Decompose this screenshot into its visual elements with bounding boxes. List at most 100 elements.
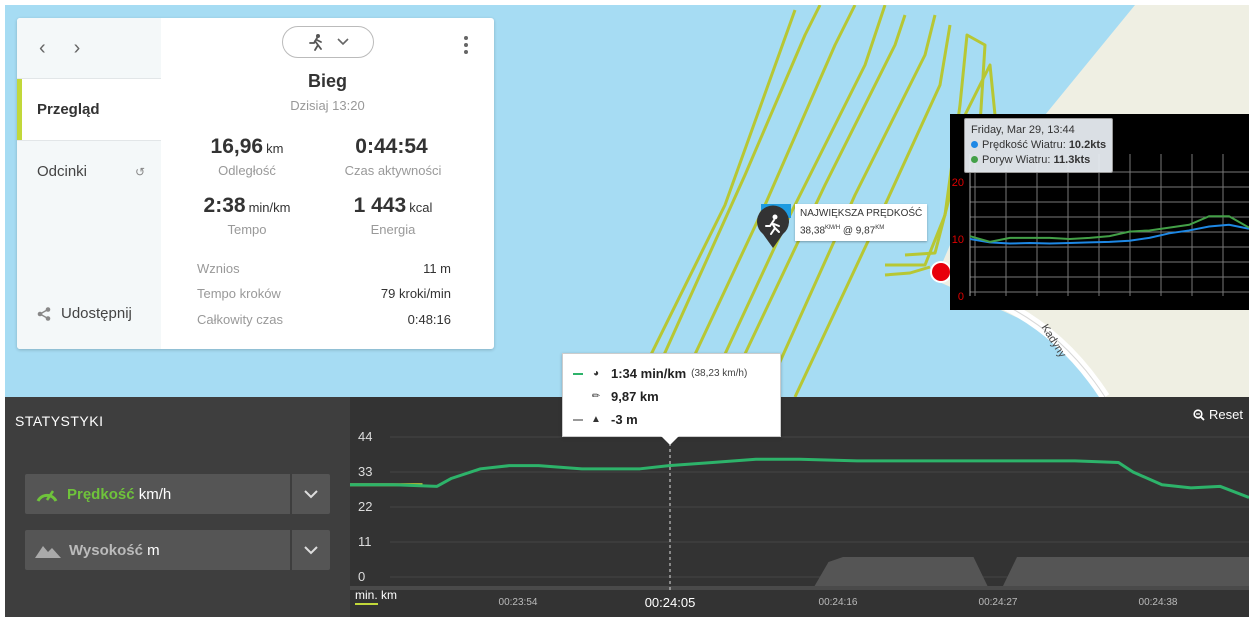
wind-series-line bbox=[969, 215, 1249, 243]
zoom-out-icon bbox=[1193, 408, 1205, 421]
sidebar-item-label: Odcinki bbox=[37, 163, 88, 180]
chart-hover-tooltip: ◕ 1:34 min/km (38,23 km/h) ✏ 9,87 km ▲ -… bbox=[562, 353, 781, 445]
detail-cadence: Tempo kroków 79 kroki/min bbox=[197, 286, 451, 301]
detail-key: Wznios bbox=[197, 261, 240, 276]
laps-icon: ↺ bbox=[134, 165, 145, 179]
x-tick-label: 00:24:38 bbox=[1138, 597, 1178, 608]
speedometer-icon: ◕ bbox=[592, 368, 600, 379]
wind-y-tick: 20 bbox=[952, 177, 964, 189]
chevron-down-icon[interactable] bbox=[290, 474, 330, 514]
stat-unit: min/km bbox=[248, 200, 291, 215]
stats-chart-canvas bbox=[350, 436, 1249, 592]
detail-key: Całkowity czas bbox=[197, 312, 283, 327]
x-tick-label: 00:24:27 bbox=[978, 597, 1018, 608]
tooltip-pace-row: ◕ 1:34 min/km (38,23 km/h) bbox=[573, 362, 770, 385]
reset-label: Reset bbox=[1209, 407, 1243, 422]
wind-series-label: Prędkość Wiatru: bbox=[982, 139, 1066, 151]
metric-speed-selector[interactable]: Prędkość km/h bbox=[25, 474, 330, 514]
chevron-down-icon[interactable] bbox=[290, 530, 330, 570]
wind-series-label: Poryw Wiatru: bbox=[982, 154, 1051, 166]
share-button[interactable]: Udostępnij bbox=[37, 305, 132, 322]
share-label: Udostępnij bbox=[61, 305, 132, 322]
max-speed-title: NAJWIĘKSZA PRĘDKOŚĆ bbox=[800, 208, 923, 219]
metric-altitude-selector[interactable]: Wysokość m bbox=[25, 530, 330, 570]
tooltip-distance: 9,87 km bbox=[611, 389, 659, 404]
stat-active-time: 0:44:54 Czas aktywności bbox=[313, 135, 473, 178]
axis-unit-toggle[interactable]: min. km bbox=[355, 588, 397, 605]
stat-label: Czas aktywności bbox=[344, 163, 442, 178]
wind-y-tick: 10 bbox=[952, 234, 964, 246]
wind-series-value: 10.2kts bbox=[1068, 139, 1107, 151]
detail-key: Tempo kroków bbox=[197, 286, 281, 301]
tooltip-pace: 1:34 min/km bbox=[611, 366, 687, 381]
stat-value: 0:44:54 bbox=[355, 135, 428, 158]
sidebar-item-laps[interactable]: Odcinki ↺ bbox=[17, 140, 161, 202]
card-content: Bieg Dzisiaj 13:20 16,96 km Odległość 0:4… bbox=[161, 18, 494, 349]
wind-chart[interactable]: 20 10 0 Friday, Mar 29, 13:44 Prędkość Wia… bbox=[950, 114, 1249, 310]
nav-arrows: ‹ › bbox=[17, 18, 161, 78]
chevron-right-icon[interactable]: › bbox=[74, 37, 81, 60]
speedometer-icon bbox=[36, 490, 58, 502]
x-tick-label: 00:24:16 bbox=[818, 597, 858, 608]
share-icon bbox=[37, 306, 51, 321]
metric-name: Prędkość bbox=[67, 485, 135, 503]
more-options-icon[interactable] bbox=[464, 36, 468, 57]
y-tick-label: 44 bbox=[358, 429, 373, 444]
metric-name: Wysokość bbox=[69, 541, 143, 559]
stats-title: STATYSTYKI bbox=[15, 413, 104, 429]
legend-dot bbox=[971, 156, 978, 163]
series-swatch bbox=[573, 418, 583, 421]
reset-zoom-button[interactable]: Reset bbox=[1193, 407, 1243, 422]
max-speed-distance: @ 9,87 bbox=[842, 225, 876, 237]
unit-primary[interactable]: min. bbox=[355, 588, 378, 605]
metric-altitude: Wysokość m bbox=[25, 542, 290, 559]
gps-track bbox=[628, 5, 997, 397]
wind-series-value: 11.3kts bbox=[1053, 154, 1091, 166]
max-speed-label: NAJWIĘKSZA PRĘDKOŚĆ 38,38KM/H @ 9,87KM bbox=[795, 204, 928, 242]
wind-tooltip-date: Friday, Mar 29, 13:44 bbox=[971, 124, 1075, 136]
sidebar-item-overview[interactable]: Przegląd bbox=[17, 78, 161, 140]
metric-unit: m bbox=[147, 541, 160, 559]
end-marker bbox=[932, 263, 950, 281]
mountain-icon bbox=[35, 546, 61, 558]
max-speed-unit: KM/H bbox=[825, 225, 841, 231]
x-tick-label: 00:23:54 bbox=[498, 597, 538, 608]
altitude-area bbox=[350, 557, 1249, 587]
card-sidebar: ‹ › Przegląd Odcinki ↺ Udostępnij bbox=[17, 18, 161, 349]
unit-secondary[interactable]: km bbox=[381, 588, 397, 602]
max-speed-value-row: 38,38KM/H @ 9,87KM bbox=[800, 221, 922, 238]
tooltip-altitude-row: ▲ -3 m bbox=[573, 408, 770, 431]
y-tick-label: 11 bbox=[358, 534, 372, 549]
y-tick-label: 33 bbox=[358, 464, 373, 479]
chevron-left-icon[interactable]: ‹ bbox=[39, 37, 46, 60]
stat-energy: 1 443 kcal Energia bbox=[313, 194, 473, 237]
max-speed-value: 38,38 bbox=[800, 225, 826, 237]
series-swatch bbox=[573, 372, 583, 375]
max-speed-distance-unit: KM bbox=[875, 225, 885, 231]
tooltip-distance-row: ✏ 9,87 km bbox=[573, 385, 770, 408]
y-tick-label: 0 bbox=[358, 569, 366, 584]
stat-value: 16,96 bbox=[210, 135, 264, 158]
legend-dot bbox=[971, 141, 978, 148]
ruler-icon: ✏ bbox=[591, 391, 601, 402]
activity-title: Bieg bbox=[307, 71, 347, 91]
sidebar-item-label: Przegląd bbox=[37, 101, 100, 118]
stats-controls: STATYSTYKI Prędkość km/h Wysokość m bbox=[5, 397, 350, 617]
wind-series-line bbox=[969, 223, 1249, 245]
chart-scrollbar bbox=[350, 586, 1249, 590]
metric-speed: Prędkość km/h bbox=[25, 484, 290, 504]
activity-summary-card: ‹ › Przegląd Odcinki ↺ Udostępnij Bieg D… bbox=[17, 18, 494, 349]
activity-date: Dzisiaj 13:20 bbox=[290, 98, 365, 113]
metric-unit: km/h bbox=[138, 485, 172, 503]
y-tick-label: 22 bbox=[358, 499, 373, 514]
stat-unit: km bbox=[266, 141, 284, 156]
stats-chart[interactable]: Reset 44 33 22 11 0 00:23:54 00:24:05 00… bbox=[350, 397, 1249, 617]
detail-value: 11 m bbox=[423, 261, 451, 276]
tooltip-altitude: -3 m bbox=[611, 412, 638, 427]
detail-value: 0:48:16 bbox=[407, 312, 451, 327]
wind-tooltip: Friday, Mar 29, 13:44 Prędkość Wiatru: 1… bbox=[964, 118, 1114, 173]
sport-type-dropdown[interactable] bbox=[282, 26, 374, 58]
detail-value: 79 kroki/min bbox=[380, 286, 451, 301]
wind-y-tick: 0 bbox=[958, 291, 964, 303]
run-pin-icon bbox=[757, 204, 791, 248]
